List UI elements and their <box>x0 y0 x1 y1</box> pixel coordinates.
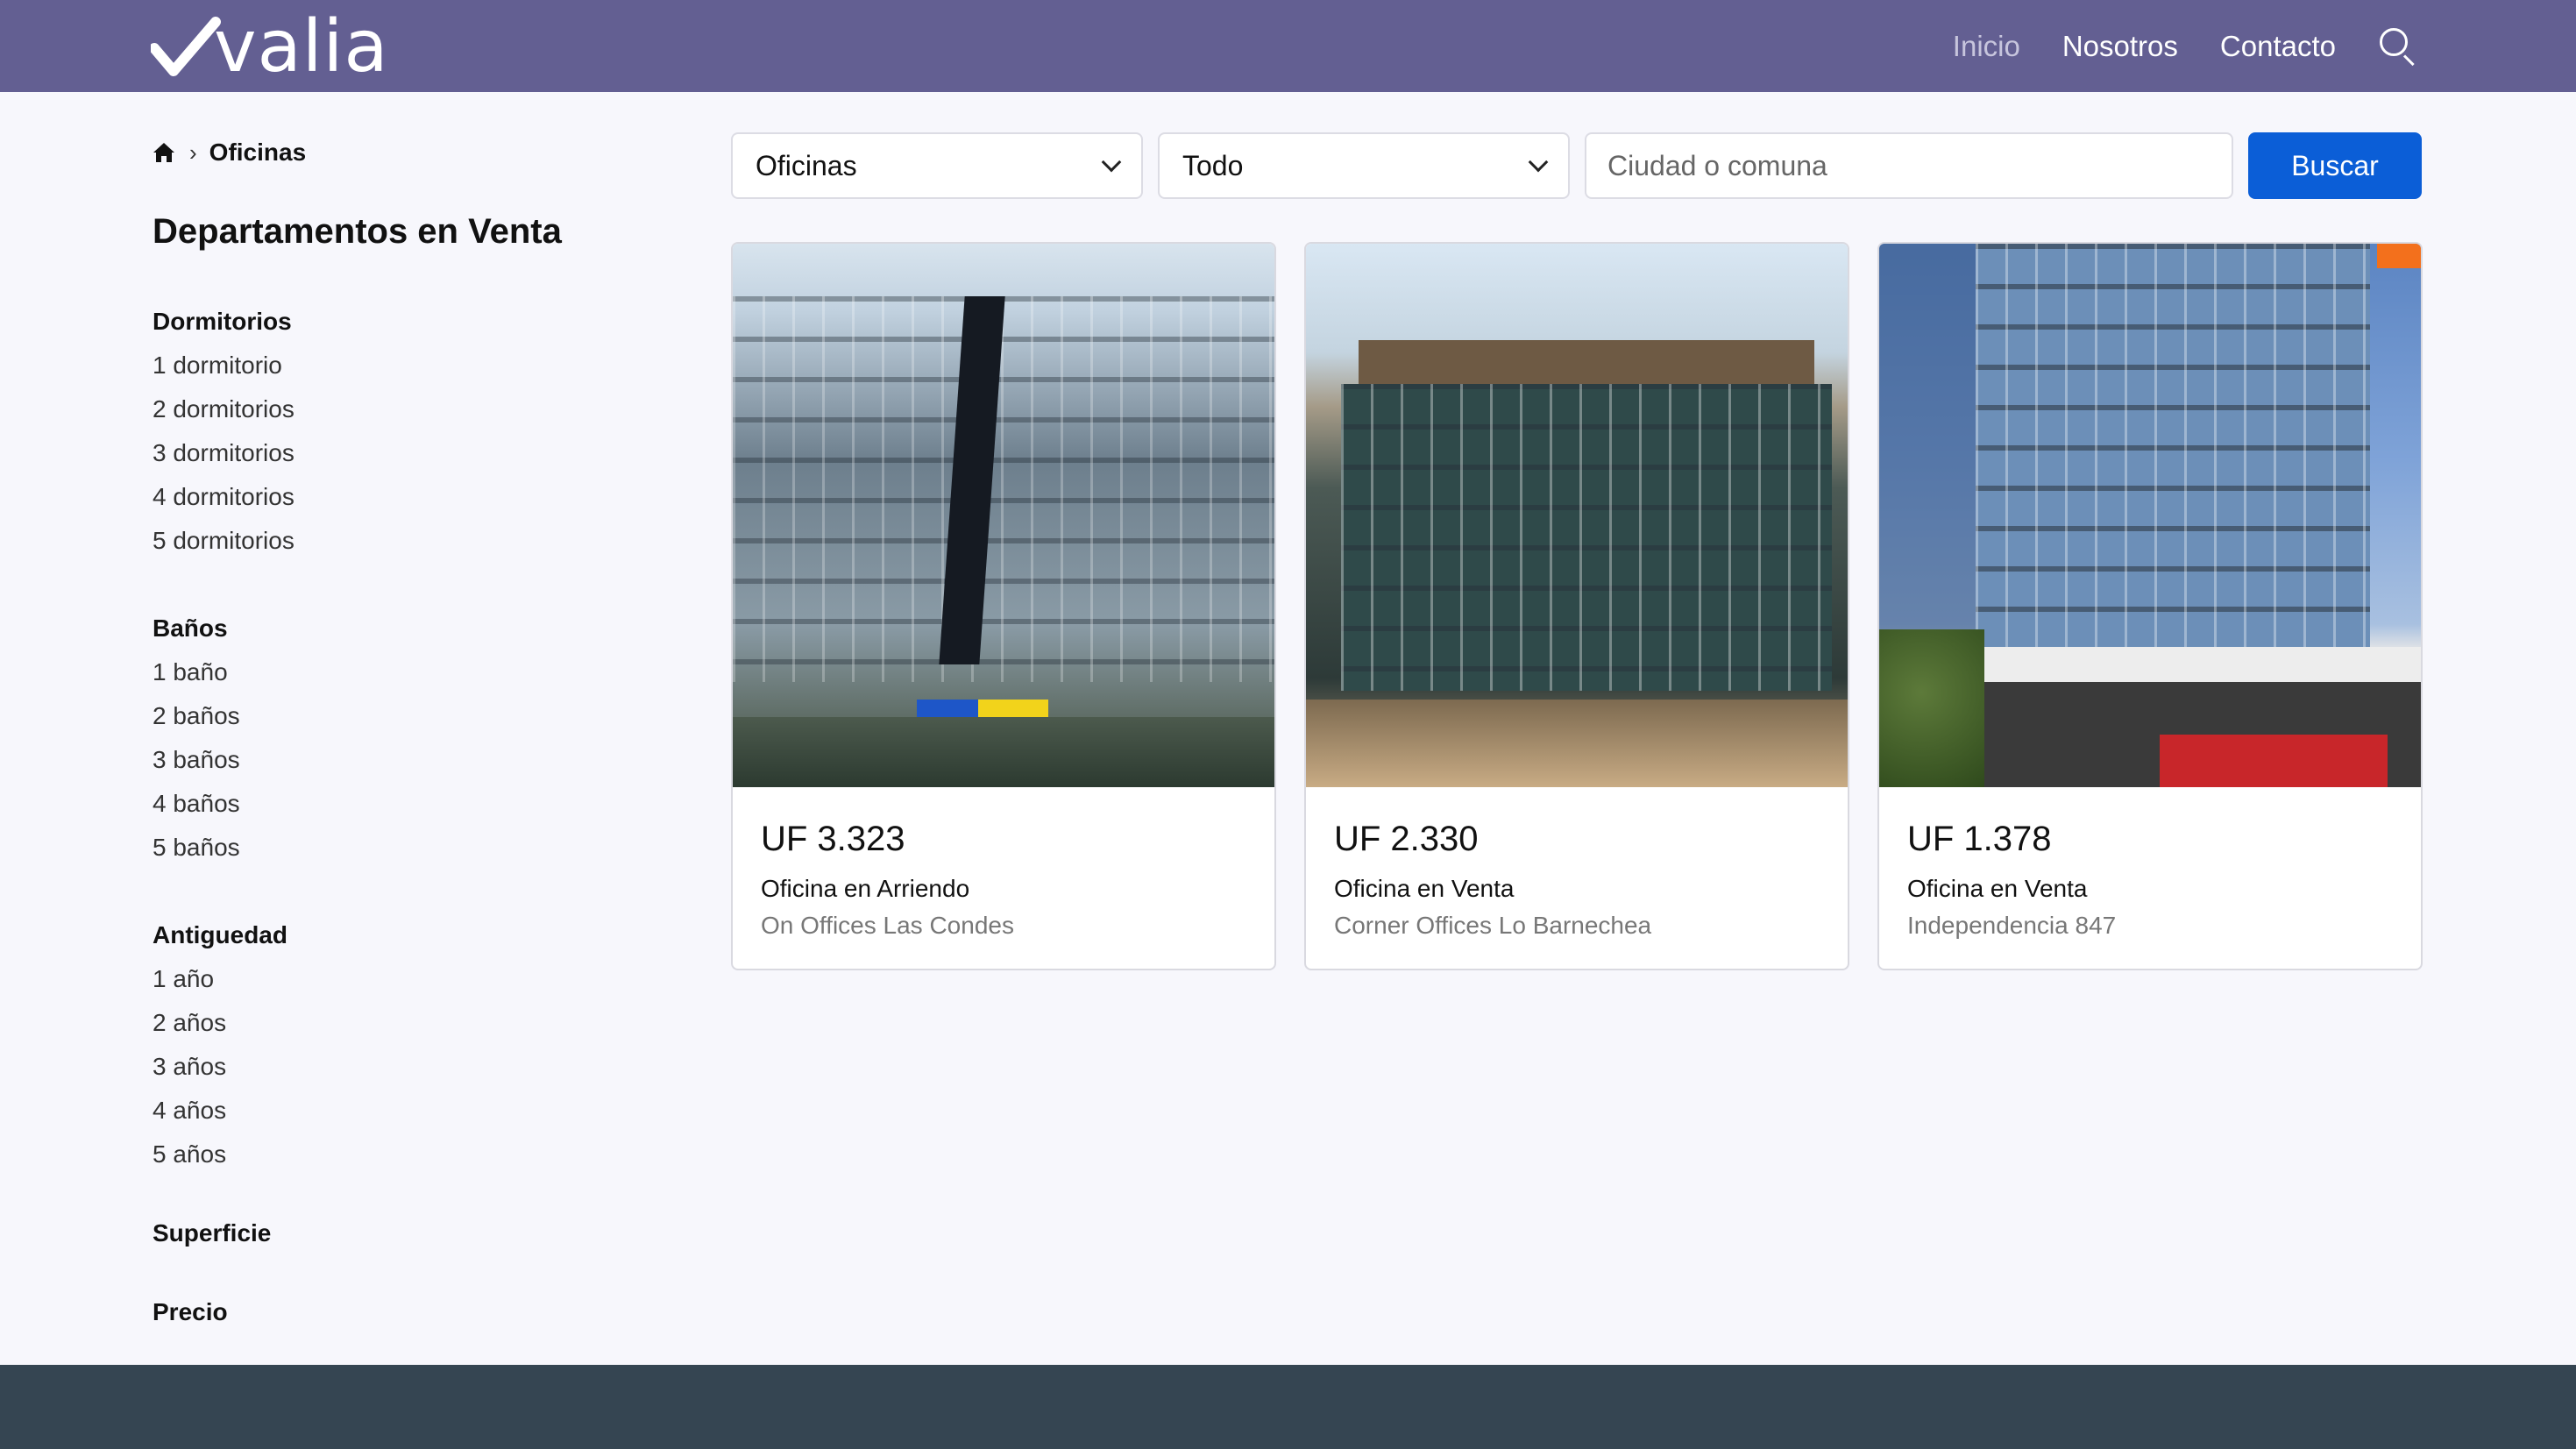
site-footer <box>0 1365 2576 1449</box>
facet-title: Antiguedad <box>153 921 287 948</box>
facet-option[interactable]: 5 dormitorios <box>153 519 678 563</box>
listing-name: Corner Offices Lo Barnechea <box>1334 912 1652 939</box>
listing-grid: UF 3.323 Oficina en Arriendo On Offices … <box>731 242 2423 970</box>
listing-price: UF 1.378 <box>1907 820 2052 858</box>
facet-dormitorios: Dormitorios 1 dormitorio 2 dormitorios 3… <box>153 300 678 563</box>
listing-price: UF 2.330 <box>1334 820 1479 858</box>
facet-title: Superficie <box>153 1219 272 1247</box>
page-title: Departamentos en Venta <box>153 212 562 251</box>
facet-option[interactable]: 1 baño <box>153 650 678 694</box>
facet-option[interactable]: 5 baños <box>153 826 678 870</box>
home-icon[interactable] <box>153 141 175 164</box>
facet-title: Precio <box>153 1298 228 1325</box>
facet-banos: Baños 1 baño 2 baños 3 baños 4 baños 5 b… <box>153 607 678 870</box>
facet-title: Baños <box>153 614 228 642</box>
search-button[interactable]: Buscar <box>2248 132 2422 199</box>
breadcrumb-separator-icon: › <box>189 139 197 166</box>
listing-type: Oficina en Venta <box>1334 875 1515 902</box>
breadcrumb: › Oficinas <box>153 131 678 174</box>
facet-option[interactable]: 1 año <box>153 957 678 1001</box>
listing-photo <box>1879 244 2421 787</box>
facet-option[interactable]: 4 dormitorios <box>153 475 678 519</box>
facet-option[interactable]: 1 dormitorio <box>153 344 678 387</box>
facet-option[interactable]: 2 baños <box>153 694 678 738</box>
nav-nosotros[interactable]: Nosotros <box>2062 30 2178 63</box>
facet-option[interactable]: 4 baños <box>153 782 678 826</box>
listing-card[interactable]: UF 1.378 Oficina en Venta Independencia … <box>1877 242 2423 970</box>
search-icon[interactable] <box>2378 26 2418 67</box>
site-header: valia Inicio Nosotros Contacto <box>0 0 2576 92</box>
facet-antiguedad: Antiguedad 1 año 2 años 3 años 4 años 5 … <box>153 913 678 1176</box>
facet-option[interactable]: 5 años <box>153 1133 678 1176</box>
filter-sidebar: › Oficinas Departamentos en Venta Dormit… <box>153 131 678 1334</box>
listing-card[interactable]: UF 2.330 Oficina en Venta Corner Offices… <box>1304 242 1849 970</box>
listing-type: Oficina en Arriendo <box>761 875 970 902</box>
nav-inicio[interactable]: Inicio <box>1953 30 2020 63</box>
listing-photo <box>1306 244 1848 787</box>
facet-option[interactable]: 3 dormitorios <box>153 431 678 475</box>
listing-price: UF 3.323 <box>761 820 905 858</box>
property-type-select[interactable]: Oficinas <box>731 132 1143 199</box>
operation-value: Todo <box>1182 149 1244 181</box>
main-nav: Inicio Nosotros Contacto <box>1911 0 2418 92</box>
breadcrumb-current: Oficinas <box>209 139 307 166</box>
search-bar: Oficinas Todo Buscar <box>731 132 2422 199</box>
listing-card[interactable]: UF 3.323 Oficina en Arriendo On Offices … <box>731 242 1276 970</box>
facet-option[interactable]: 4 años <box>153 1089 678 1133</box>
listing-type: Oficina en Venta <box>1907 875 2088 902</box>
chevron-down-icon <box>1528 152 1549 173</box>
city-input[interactable] <box>1585 132 2233 199</box>
listing-name: On Offices Las Condes <box>761 912 1014 939</box>
facet-option[interactable]: 3 años <box>153 1045 678 1089</box>
checkmark-logo-icon <box>151 17 221 76</box>
brand-logo[interactable]: valia <box>151 5 389 89</box>
listing-photo <box>733 244 1274 787</box>
property-type-value: Oficinas <box>756 149 857 181</box>
facet-option[interactable]: 2 dormitorios <box>153 387 678 431</box>
logo-text: valia <box>214 5 389 89</box>
nav-contacto[interactable]: Contacto <box>2220 30 2336 63</box>
operation-select[interactable]: Todo <box>1158 132 1570 199</box>
facet-title: Dormitorios <box>153 308 292 335</box>
facet-option[interactable]: 3 baños <box>153 738 678 782</box>
listing-name: Independencia 847 <box>1907 912 2117 939</box>
facet-option[interactable]: 2 años <box>153 1001 678 1045</box>
chevron-down-icon <box>1101 152 1122 173</box>
facet-superficie[interactable]: Superficie <box>153 1211 678 1255</box>
facet-precio[interactable]: Precio <box>153 1290 678 1334</box>
